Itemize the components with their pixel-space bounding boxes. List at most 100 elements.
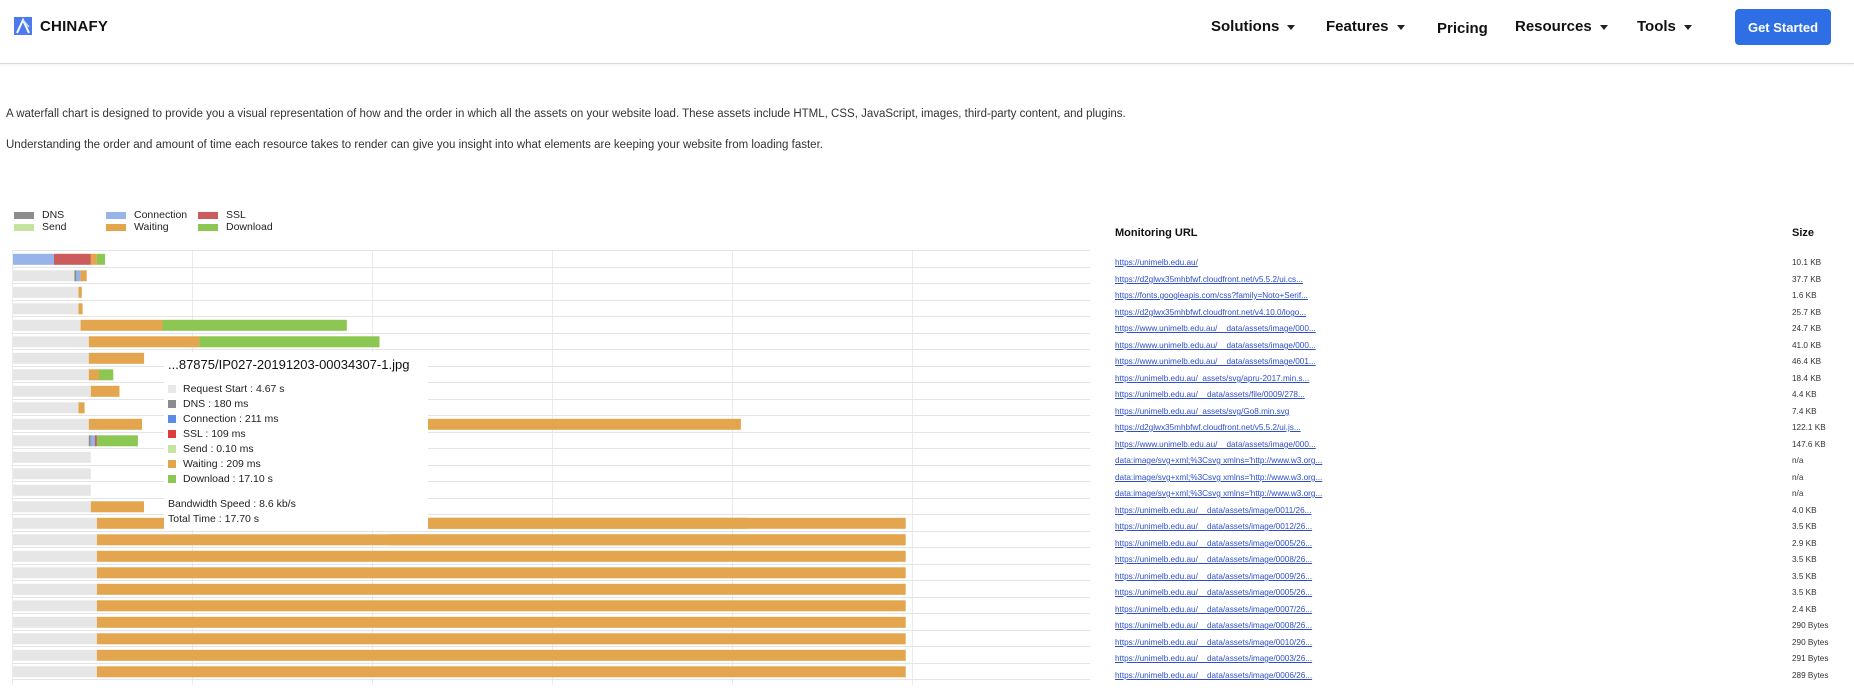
monitoring-url-link[interactable]: https://unimelb.edu.au/__data/assets/ima… xyxy=(1115,506,1311,515)
waterfall-bar-ssl xyxy=(94,435,97,447)
chevron-down-icon xyxy=(1396,24,1405,30)
monitoring-url-link[interactable]: https://unimelb.edu.au/__data/assets/fil… xyxy=(1115,390,1305,399)
nav-solutions[interactable]: Solutions xyxy=(1211,16,1296,36)
waterfall-bar-request-start xyxy=(13,352,89,364)
waterfall-bar-request-start xyxy=(13,534,97,546)
monitoring-url-link[interactable]: https://unimelb.edu.au/__data/assets/ima… xyxy=(1115,654,1312,663)
waterfall-bar-dns xyxy=(88,435,91,447)
waterfall-bar-waiting xyxy=(78,303,83,315)
legend-swatch xyxy=(14,211,34,219)
monitoring-url-link[interactable]: https://unimelb.edu.au/_assets/svg/Go8.m… xyxy=(1115,407,1289,416)
legend-download: Download xyxy=(198,221,273,233)
waterfall-tooltip: ...87875/IP027-20191203-00034307-1.jpg R… xyxy=(164,352,428,530)
waterfall-bar-waiting xyxy=(88,369,99,381)
monitoring-url-link[interactable]: https://unimelb.edu.au/__data/assets/ima… xyxy=(1115,671,1312,680)
monitoring-url-link[interactable]: https://unimelb.edu.au/__data/assets/ima… xyxy=(1115,555,1312,564)
tooltip-title: ...87875/IP027-20191203-00034307-1.jpg xyxy=(168,357,410,372)
size-value: 3.5 KB xyxy=(1792,555,1817,564)
monitoring-url-link[interactable]: https://unimelb.edu.au/__data/assets/ima… xyxy=(1115,588,1312,597)
legend-label: Send xyxy=(42,221,67,233)
waterfall-bar-request-start xyxy=(13,501,91,513)
nav-features[interactable]: Features xyxy=(1326,16,1405,36)
size-value: 10.1 KB xyxy=(1792,258,1822,267)
monitoring-url-link[interactable]: https://unimelb.edu.au/__data/assets/ima… xyxy=(1115,638,1312,647)
chevron-down-icon xyxy=(1683,24,1692,30)
waterfall-bar-waiting xyxy=(90,253,97,265)
monitoring-url-link[interactable]: https://unimelb.edu.au/ xyxy=(1115,258,1198,267)
monitoring-url-link[interactable]: https://www.unimelb.edu.au/__data/assets… xyxy=(1115,324,1316,333)
monitoring-url-link[interactable]: https://www.unimelb.edu.au/__data/assets… xyxy=(1115,357,1316,366)
waterfall-bar-waiting xyxy=(96,550,906,562)
size-header: Size xyxy=(1792,227,1815,239)
monitoring-url-link[interactable]: https://d2glwx35mhbfwf.cloudfront.net/v5… xyxy=(1115,275,1303,284)
waterfall-bar-download xyxy=(199,336,380,348)
tooltip-swatch xyxy=(168,385,176,393)
legend-dns: DNS xyxy=(14,209,64,221)
waterfall-bar-request-start xyxy=(13,583,97,595)
legend-swatch xyxy=(14,223,34,231)
size-value: 147.6 KB xyxy=(1792,440,1826,449)
waterfall-bar-waiting xyxy=(78,286,82,298)
waterfall-bar-request-start xyxy=(13,385,91,397)
nav-tools[interactable]: Tools xyxy=(1637,16,1692,36)
tooltip-request-start: Request Start : 4.67 s xyxy=(168,383,285,395)
waterfall-bar-download xyxy=(96,253,106,265)
monitoring-url-link[interactable]: data:image/svg+xml;%3Csvg xmlns='http://… xyxy=(1115,456,1322,465)
tooltip-swatch xyxy=(168,475,176,483)
waterfall-bar-request-start xyxy=(13,468,91,480)
legend-label: Waiting xyxy=(134,221,169,233)
legend-label: Download xyxy=(226,221,273,233)
size-value: 4.4 KB xyxy=(1792,390,1817,399)
monitoring-url-link[interactable]: https://www.unimelb.edu.au/__data/assets… xyxy=(1115,341,1316,350)
monitoring-url-link[interactable]: https://unimelb.edu.au/__data/assets/ima… xyxy=(1115,605,1312,614)
legend-label: Connection xyxy=(134,209,188,221)
monitoring-url-link[interactable]: https://unimelb.edu.au/__data/assets/ima… xyxy=(1115,621,1312,630)
monitoring-url-link[interactable]: data:image/svg+xml;%3Csvg xmlns='http://… xyxy=(1115,473,1322,482)
tooltip-ssl: SSL : 109 ms xyxy=(168,428,246,440)
tooltip-swatch xyxy=(168,430,176,438)
nav-pricing[interactable]: Pricing xyxy=(1437,18,1488,38)
waterfall-bar-request-start xyxy=(13,649,97,661)
size-value: 7.4 KB xyxy=(1792,407,1817,416)
monitoring-url-link[interactable]: https://unimelb.edu.au/__data/assets/ima… xyxy=(1115,539,1312,548)
waterfall-bar-waiting xyxy=(96,567,906,579)
monitoring-url-link[interactable]: https://unimelb.edu.au/_assets/svg/apru-… xyxy=(1115,374,1309,383)
monitoring-url-link[interactable]: https://unimelb.edu.au/__data/assets/ima… xyxy=(1115,522,1312,531)
size-value: 290 Bytes xyxy=(1792,638,1829,647)
size-value: 46.4 KB xyxy=(1792,357,1822,366)
waterfall-bar-request-start xyxy=(13,336,89,348)
waterfall-bar-waiting xyxy=(90,501,144,513)
nav-resources[interactable]: Resources xyxy=(1515,16,1608,36)
monitoring-url-link[interactable]: data:image/svg+xml;%3Csvg xmlns='http://… xyxy=(1115,489,1322,498)
monitoring-url-link[interactable]: https://d2glwx35mhbfwf.cloudfront.net/v4… xyxy=(1115,308,1306,317)
size-value: 289 Bytes xyxy=(1792,671,1829,680)
brand-logo[interactable]: CHINAFY xyxy=(14,17,108,35)
waterfall-bar-request-start xyxy=(13,550,97,562)
monitoring-url-link[interactable]: https://fonts.googleapis.com/css?family=… xyxy=(1115,291,1308,300)
waterfall-bar-waiting xyxy=(388,534,905,546)
waterfall-bar-dns xyxy=(74,270,77,282)
size-value: 2.9 KB xyxy=(1792,539,1817,548)
monitoring-url-link[interactable]: https://unimelb.edu.au/__data/assets/ima… xyxy=(1115,572,1312,581)
nav-features-label: Features xyxy=(1326,17,1389,35)
tooltip-swatch xyxy=(168,445,176,453)
waterfall-bar-request-start xyxy=(13,484,91,496)
chinafy-logo-icon xyxy=(14,17,32,35)
waterfall-bar-waiting xyxy=(388,517,747,529)
waterfall-bar-waiting xyxy=(90,385,120,397)
chevron-down-icon xyxy=(1287,24,1296,30)
waterfall-bar-request-start xyxy=(13,600,97,612)
monitoring-url-link[interactable]: https://www.unimelb.edu.au/__data/assets… xyxy=(1115,440,1316,449)
legend-connection: Connection xyxy=(106,209,187,221)
waterfall-bar-download xyxy=(96,435,138,447)
size-value: 122.1 KB xyxy=(1792,423,1826,432)
get-started-button[interactable]: Get Started xyxy=(1735,9,1831,45)
nav-resources-label: Resources xyxy=(1515,17,1592,35)
waterfall-bar-waiting xyxy=(80,319,163,331)
waterfall-bar-download xyxy=(99,369,114,381)
nav-pricing-label: Pricing xyxy=(1437,19,1488,37)
waterfall-bar-download xyxy=(162,319,347,331)
waterfall-bar-request-start xyxy=(13,369,89,381)
tooltip-line-label: Request Start : 4.67 s xyxy=(183,383,285,395)
monitoring-url-link[interactable]: https://d2glwx35mhbfwf.cloudfront.net/v5… xyxy=(1115,423,1301,432)
